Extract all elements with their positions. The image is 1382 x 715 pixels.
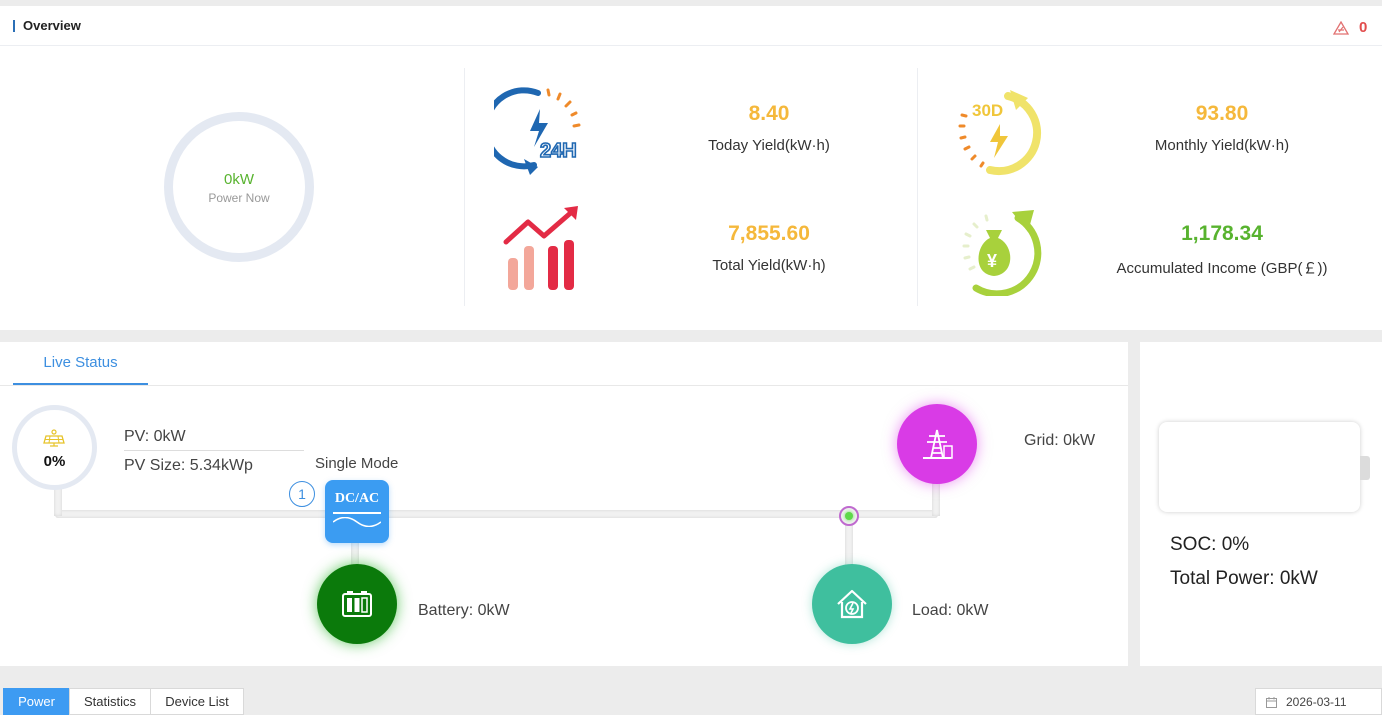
bottom-tabs: Power Statistics Device List — [3, 688, 244, 715]
income-money-bag-icon: ¥ — [962, 210, 1042, 296]
load-power: Load: 0kW — [912, 602, 989, 619]
dc-line-icon — [333, 512, 381, 514]
battery-terminal — [1360, 456, 1370, 480]
grid-tower-icon — [923, 429, 953, 459]
calendar-icon — [1266, 697, 1277, 708]
overview-header: Overview 0 — [0, 6, 1382, 46]
monthly-yield-value: 93.80 — [1195, 102, 1249, 125]
live-tabs: Live Status — [0, 342, 1128, 386]
live-status-panel: Live Status 0% PV: 0kW PV Size: 5.34kWp … — [0, 342, 1128, 666]
total-yield-chart-icon — [503, 206, 578, 290]
alarm-icon[interactable] — [1333, 21, 1349, 35]
monthly-yield-label: Monthly Yield(kW·h) — [1154, 137, 1290, 154]
inverter-dcac[interactable]: DC/AC — [325, 480, 389, 543]
battery-soc-gauge — [1159, 422, 1360, 512]
tab-device-list[interactable]: Device List — [150, 688, 244, 715]
divider — [917, 68, 918, 306]
battery-power: Battery: 0kW — [418, 602, 510, 619]
date-picker[interactable]: 2026-03-11 — [1255, 688, 1382, 715]
today-yield-value: 8.40 — [748, 102, 790, 125]
total-yield-value: 7,855.60 — [728, 222, 810, 245]
flow-junction — [839, 506, 859, 526]
30d-yield-icon: 30D — [958, 90, 1042, 176]
svg-text:30D: 30D — [972, 101, 1003, 120]
soc-value: SOC: 0% — [1170, 534, 1250, 555]
svg-text:24H: 24H — [540, 140, 577, 162]
solar-panel-icon — [43, 429, 65, 447]
alarm-count[interactable]: 0 — [1359, 19, 1367, 36]
accumulated-income-value: 1,178.34 — [1181, 222, 1263, 245]
battery-icon — [342, 591, 372, 617]
pv-percent: 0% — [43, 453, 66, 470]
battery-soc-panel: SOC: 0% Total Power: 0kW — [1140, 342, 1382, 666]
home-load-icon — [837, 589, 867, 619]
title-accent-bar — [13, 20, 15, 32]
selected-date: 2026-03-11 — [1286, 695, 1347, 709]
operating-mode: Single Mode — [315, 455, 399, 472]
overview-panel: Overview 0 0kW Power Now 24H 8.40 Today … — [0, 6, 1382, 330]
inverter-label: DC/AC — [334, 491, 380, 506]
overview-title: Overview — [23, 18, 81, 33]
today-yield-label: Today Yield(kW·h) — [708, 137, 830, 154]
tab-power[interactable]: Power — [3, 688, 70, 715]
total-power-value: Total Power: 0kW — [1170, 568, 1318, 589]
power-now-value: 0kW — [224, 171, 254, 188]
flow-line-grid — [932, 482, 940, 516]
24h-yield-icon: 24H — [494, 87, 581, 175]
power-now-label: Power Now — [208, 191, 270, 205]
battery-node[interactable] — [317, 564, 397, 644]
grid-power: Grid: 0kW — [1024, 432, 1096, 449]
flow-line-main — [55, 510, 938, 518]
accumulated-income-label: Accumulated Income (GBP(￡)) — [1116, 260, 1328, 277]
tab-live-status[interactable]: Live Status — [13, 342, 148, 385]
flow-line-load — [845, 522, 853, 567]
pv-power: PV: 0kW — [124, 428, 186, 445]
pv-ring — [12, 405, 97, 490]
ac-wave-icon — [333, 517, 381, 527]
pv-divider — [124, 450, 304, 451]
pv-size: PV Size: 5.34kWp — [124, 457, 253, 474]
total-yield-label: Total Yield(kW·h) — [712, 257, 826, 274]
svg-text:¥: ¥ — [987, 251, 997, 271]
load-node[interactable] — [812, 564, 892, 644]
grid-node[interactable] — [897, 404, 977, 484]
divider — [464, 68, 465, 306]
tab-statistics[interactable]: Statistics — [69, 688, 151, 715]
inverter-index-badge[interactable]: 1 — [289, 481, 315, 507]
